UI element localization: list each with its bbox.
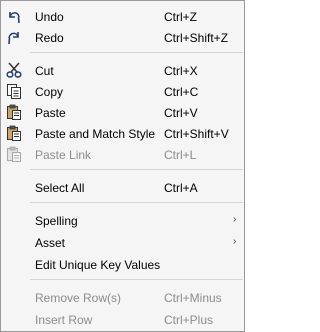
shortcut-text: Ctrl+Plus: [164, 313, 214, 327]
menu-item-label: Copy: [35, 85, 64, 99]
menu-item-label: Paste Link: [35, 148, 92, 162]
menu-item-undo[interactable]: Undo Ctrl+Z: [1, 7, 244, 27]
clipboard-icon: [5, 124, 23, 142]
shortcut-text: Ctrl+A: [164, 181, 198, 195]
menu-separator: [30, 279, 243, 280]
clipboard-icon: [5, 103, 23, 121]
copy-icon: [5, 82, 23, 100]
menu-item-label: Select All: [35, 181, 85, 195]
menu-item-cut[interactable]: Cut Ctrl+X: [1, 61, 244, 81]
menu-item-remove-rows: Remove Row(s) Ctrl+Minus: [1, 288, 244, 308]
paste-link-icon: [5, 145, 23, 163]
menu-item-label: Spelling: [35, 214, 78, 228]
menu-item-label: Paste: [35, 106, 66, 120]
menu-item-label: Cut: [35, 64, 54, 78]
menu-item-label: Undo: [35, 10, 64, 24]
menu-item-label: Paste and Match Style: [35, 127, 156, 141]
shortcut-text: Ctrl+L: [164, 148, 197, 162]
menu-item-paste-link: Paste Link Ctrl+L: [1, 145, 244, 165]
menu-item-asset[interactable]: Asset ›: [1, 233, 244, 253]
menu-item-label: Edit Unique Key Values: [35, 258, 161, 272]
menu-separator: [30, 52, 243, 53]
shortcut-text: Ctrl+Shift+V: [164, 127, 229, 141]
menu-separator: [30, 169, 243, 170]
shortcut-text: Ctrl+Z: [164, 10, 197, 24]
menu-item-redo[interactable]: Redo Ctrl+Shift+Z: [1, 28, 244, 48]
submenu-arrow-icon: ›: [233, 214, 237, 225]
shortcut-text: Ctrl+C: [164, 85, 199, 99]
shortcut-text: Ctrl+Minus: [164, 291, 222, 305]
menu-item-edit-unique-key-values[interactable]: Edit Unique Key Values: [1, 255, 244, 275]
shortcut-text: Ctrl+X: [164, 64, 198, 78]
menu-item-paste[interactable]: Paste Ctrl+V: [1, 103, 244, 123]
edit-context-menu: Undo Ctrl+Z Redo Ctrl+Shift+Z Cut Ctrl+X: [0, 0, 245, 332]
submenu-arrow-icon: ›: [233, 236, 237, 247]
shortcut-text: Ctrl+V: [164, 106, 198, 120]
menu-item-copy[interactable]: Copy Ctrl+C: [1, 82, 244, 102]
menu-item-spelling[interactable]: Spelling ›: [1, 211, 244, 231]
undo-icon: [5, 7, 23, 25]
menu-item-label: Redo: [35, 31, 64, 45]
menu-item-paste-match-style[interactable]: Paste and Match Style Ctrl+Shift+V: [1, 124, 244, 144]
scissors-icon: [5, 61, 23, 79]
menu-item-insert-row: Insert Row Ctrl+Plus: [1, 310, 244, 330]
shortcut-text: Ctrl+Shift+Z: [164, 31, 229, 45]
menu-separator: [30, 202, 243, 203]
menu-item-select-all[interactable]: Select All Ctrl+A: [1, 178, 244, 198]
menu-item-label: Asset: [35, 236, 66, 250]
redo-icon: [5, 28, 23, 46]
menu-item-label: Insert Row: [35, 313, 93, 327]
menu-item-label: Remove Row(s): [35, 291, 122, 305]
